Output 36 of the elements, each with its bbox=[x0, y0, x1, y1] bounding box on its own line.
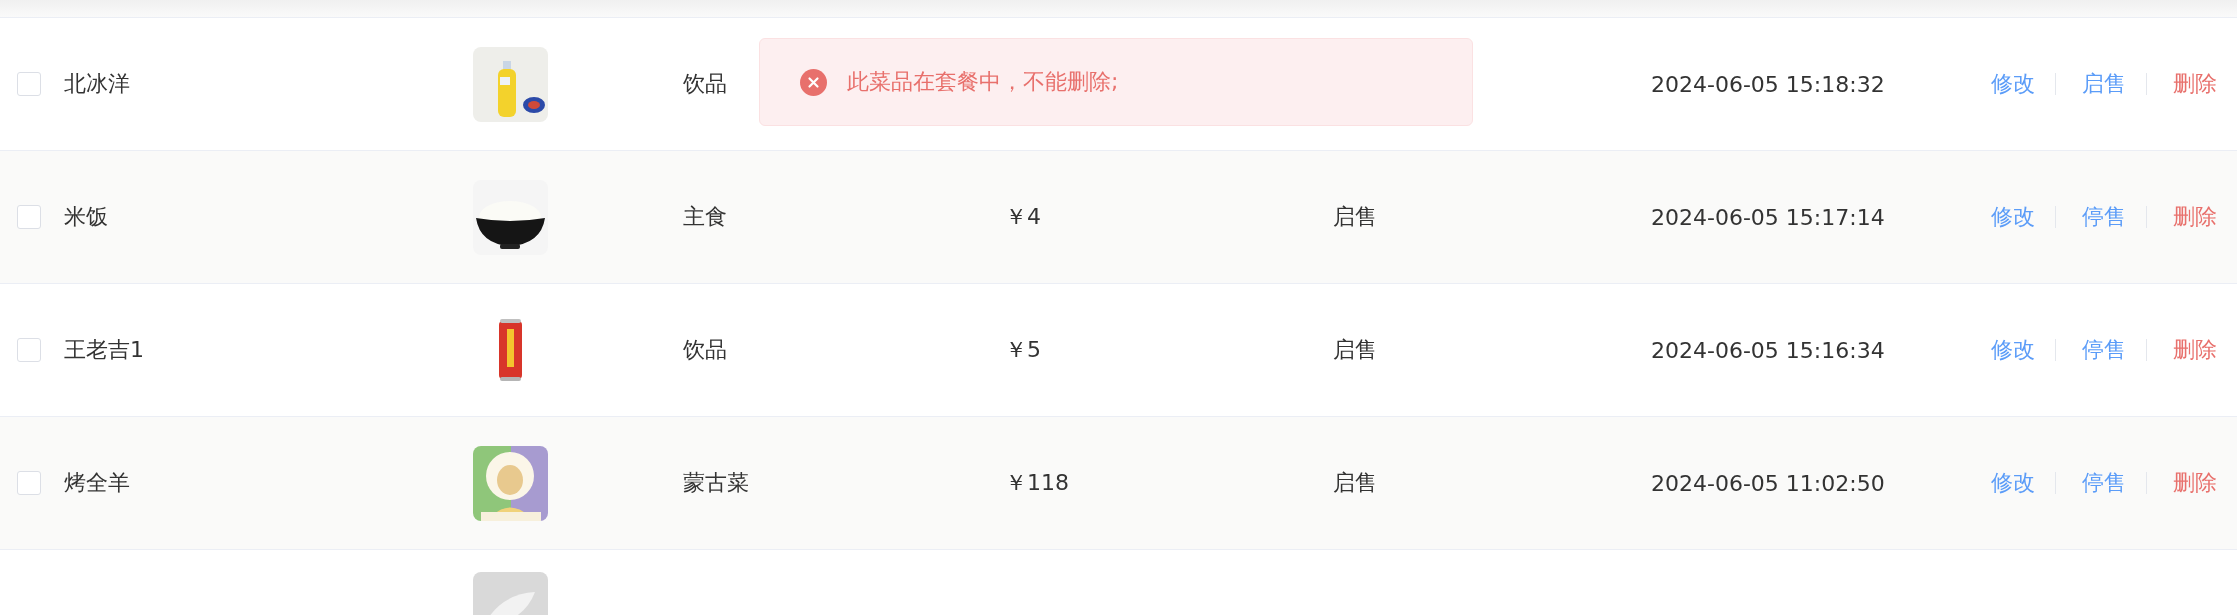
edit-link[interactable]: 修改 bbox=[1991, 335, 2035, 365]
status-text: 启售 bbox=[1333, 337, 1377, 362]
category-text: 主食 bbox=[683, 204, 727, 229]
category-text: 饮品 bbox=[683, 71, 727, 96]
time-text: 2024-06-05 15:16:34 bbox=[1651, 337, 1885, 363]
price-text: ￥4 bbox=[1005, 204, 1041, 229]
edit-link[interactable]: 修改 bbox=[1991, 468, 2035, 498]
sale-toggle-link[interactable]: 停售 bbox=[2082, 202, 2126, 232]
delete-link[interactable]: 删除 bbox=[2173, 69, 2217, 99]
edit-link[interactable]: 修改 bbox=[1991, 69, 2035, 99]
checkbox[interactable] bbox=[17, 338, 41, 362]
dish-name: 米饭 bbox=[64, 204, 108, 229]
status-text: 启售 bbox=[1333, 204, 1377, 229]
time-text: 2024-06-05 15:17:14 bbox=[1651, 204, 1885, 230]
category-text: 蒙古菜 bbox=[683, 470, 749, 495]
checkbox[interactable] bbox=[17, 205, 41, 229]
time-text: 2024-06-05 11:02:50 bbox=[1651, 470, 1885, 496]
sale-toggle-link[interactable]: 停售 bbox=[2082, 335, 2126, 365]
category-text: 饮品 bbox=[683, 337, 727, 362]
time-text: 2024-06-05 15:18:32 bbox=[1651, 71, 1885, 97]
sale-toggle-link[interactable]: 启售 bbox=[2082, 69, 2126, 99]
status-text: 启售 bbox=[1333, 470, 1377, 495]
edit-link[interactable]: 修改 bbox=[1991, 202, 2035, 232]
dish-name: 王老吉1 bbox=[64, 337, 144, 362]
dish-name: 烤全羊 bbox=[64, 470, 130, 495]
toast-message: 此菜品在套餐中，不能删除; bbox=[847, 68, 1119, 96]
checkbox[interactable] bbox=[17, 471, 41, 495]
delete-link[interactable]: 删除 bbox=[2173, 202, 2217, 232]
delete-link[interactable]: 删除 bbox=[2173, 335, 2217, 365]
error-icon bbox=[800, 68, 827, 96]
checkbox[interactable] bbox=[17, 72, 41, 96]
price-text: ￥5 bbox=[1005, 337, 1041, 362]
dish-name: 北冰洋 bbox=[64, 71, 130, 96]
delete-link[interactable]: 删除 bbox=[2173, 468, 2217, 498]
sale-toggle-link[interactable]: 停售 bbox=[2082, 468, 2126, 498]
price-text: ￥118 bbox=[1005, 470, 1069, 495]
